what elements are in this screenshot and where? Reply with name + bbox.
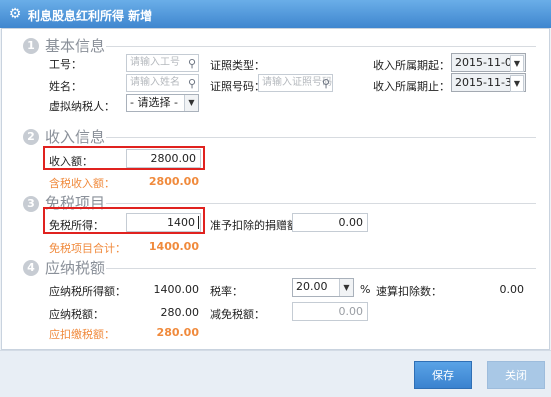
cert-number-label: 证照号码： xyxy=(210,80,265,93)
tax-rate-select[interactable]: 20.00 ▼ xyxy=(292,278,354,297)
tax-rate-unit: % xyxy=(360,283,371,296)
tax-reduction-label: 减免税额： xyxy=(210,308,265,321)
chevron-down-icon[interactable]: ▼ xyxy=(184,95,198,111)
gear-icon: ⚙ xyxy=(8,6,22,22)
withholding-tax-value: 280.00 xyxy=(156,326,199,339)
period-start-label: 收入所属期起： xyxy=(373,59,450,72)
exempt-total-value: 1400.00 xyxy=(148,240,199,253)
cert-type-label: 证照类型： xyxy=(210,59,265,72)
name-label: 姓名： xyxy=(49,80,82,93)
section-title-basic-info: 基本信息 xyxy=(45,37,106,55)
deductible-donation-input[interactable]: 0.00 xyxy=(292,213,368,232)
section-number-2: 2 xyxy=(23,129,39,145)
section-number-4: 4 xyxy=(23,260,39,276)
tax-due-label: 应纳税额： xyxy=(49,308,104,321)
chevron-down-icon[interactable]: ▼ xyxy=(510,55,524,72)
save-button[interactable]: 保存 xyxy=(414,361,472,389)
section-title-tax-payable: 应纳税额 xyxy=(45,259,106,277)
window-title: 利息股息红利所得 新增 xyxy=(28,9,153,23)
period-start-date-picker[interactable]: 2015-11-01 ▼ xyxy=(451,53,526,72)
exempt-income-input[interactable]: 1400 xyxy=(126,213,201,232)
search-icon[interactable]: ⚲ xyxy=(188,76,196,91)
search-icon[interactable]: ⚲ xyxy=(322,76,330,91)
chevron-down-icon[interactable]: ▼ xyxy=(339,279,353,296)
virtual-taxpayer-label: 虚拟纳税人： xyxy=(49,100,115,113)
taxable-income-value: 2800.00 xyxy=(148,175,199,188)
close-button[interactable]: 关闭 xyxy=(487,361,545,389)
tax-due-value: 280.00 xyxy=(160,306,200,319)
period-end-date-picker[interactable]: 2015-11-30 ▼ xyxy=(451,73,526,92)
section-divider xyxy=(106,137,536,138)
employee-id-label: 工号： xyxy=(49,58,82,71)
text-cursor xyxy=(198,216,199,229)
tax-rate-label: 税率： xyxy=(210,285,243,298)
search-icon[interactable]: ⚲ xyxy=(188,56,196,71)
virtual-taxpayer-select[interactable]: - 请选择 - ▼ xyxy=(126,94,199,112)
tax-reduction-input[interactable]: 0.00 xyxy=(292,302,368,321)
income-amount-label: 收入额： xyxy=(49,155,93,168)
chevron-down-icon[interactable]: ▼ xyxy=(510,75,524,92)
quick-deduction-label: 速算扣除数： xyxy=(376,285,442,298)
income-amount-input[interactable]: 2800.00 xyxy=(126,149,201,168)
section-divider xyxy=(106,268,536,269)
section-divider xyxy=(106,203,536,204)
section-divider xyxy=(106,46,536,47)
withholding-tax-label: 应扣缴税额： xyxy=(49,328,115,341)
name-input[interactable]: 请输入姓名 ⚲ xyxy=(126,74,199,92)
period-end-label: 收入所属期止： xyxy=(373,80,450,93)
section-number-3: 3 xyxy=(23,196,39,212)
window-titlebar: ⚙ 利息股息红利所得 新增 xyxy=(0,0,551,28)
taxable-amount-label: 应纳税所得额： xyxy=(49,285,126,298)
taxable-income-label: 含税收入额： xyxy=(49,177,115,190)
cert-number-input[interactable]: 请输入证照号码 ⚲ xyxy=(258,74,333,92)
quick-deduction-value: 0.00 xyxy=(499,283,525,296)
section-number-1: 1 xyxy=(23,38,39,54)
employee-id-input[interactable]: 请输入工号 ⚲ xyxy=(126,54,199,72)
exempt-total-label: 免税项目合计： xyxy=(49,242,126,255)
taxable-amount-value: 1400.00 xyxy=(153,283,200,296)
section-title-income-info: 收入信息 xyxy=(45,128,106,146)
exempt-income-label: 免税所得： xyxy=(49,219,104,232)
